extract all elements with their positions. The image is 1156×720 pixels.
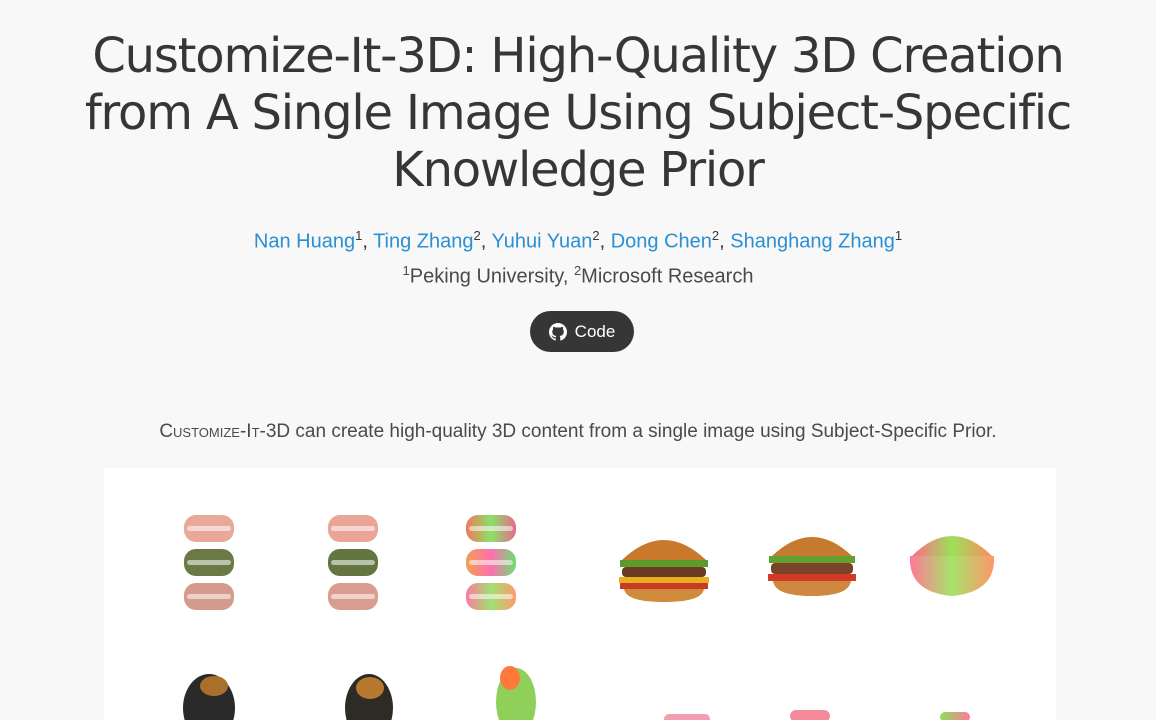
code-button[interactable]: Code [530, 311, 634, 352]
burger-reference-image [768, 537, 856, 596]
affiliation-microsoft: Microsoft Research [581, 265, 754, 288]
penguin-3d-result [496, 666, 536, 720]
method-name: Customize-It-3D [159, 421, 291, 442]
macaron-input-image [184, 515, 234, 610]
title-line-2: from A Single Image Using Subject-Specif… [84, 85, 1072, 141]
results-gallery [104, 468, 1056, 720]
burger-input-image [619, 540, 709, 602]
partial-object-image [790, 710, 830, 720]
author-affiliation-marker: 2 [711, 228, 720, 243]
author-link-shanghang-zhang[interactable]: Shanghang Zhang [730, 231, 895, 253]
macaron-reference-image [328, 515, 378, 610]
author-affiliation-marker: 2 [473, 228, 481, 243]
author-affiliation-marker: 1 [355, 228, 363, 243]
code-button-label: Code [574, 321, 616, 341]
tagline-text: can create high-quality 3D content from … [295, 421, 997, 442]
author-list: Nan Huang1, Ting Zhang2, Yuhui Yuan2, Do… [253, 228, 903, 253]
github-icon [548, 322, 567, 341]
penguin-input-image [183, 674, 235, 720]
author-link-dong-chen[interactable]: Dong Chen [611, 231, 712, 253]
affiliation-list: 1Peking University, 2Microsoft Research [402, 263, 754, 288]
macaron-3d-result [466, 515, 516, 610]
title-line-3: Knowledge Prior [392, 142, 765, 198]
burger-3d-result [909, 536, 995, 596]
affiliation-peking: Peking University [409, 265, 563, 288]
author-link-nan-huang[interactable]: Nan Huang [254, 231, 355, 253]
penguin-reference-image [345, 674, 393, 720]
author-affiliation-marker: 2 [592, 228, 600, 243]
author-link-yuhui-yuan[interactable]: Yuhui Yuan [492, 231, 593, 253]
partial-object-image [664, 714, 710, 720]
paper-title: Customize-It-3D: High-Quality 3D Creatio… [40, 28, 1116, 199]
partial-object-image [940, 712, 970, 720]
tagline: Customize-It-3D can create high-quality … [0, 421, 1156, 443]
title-line-1: Customize-It-3D: High-Quality 3D Creatio… [92, 28, 1065, 84]
author-affiliation-marker: 1 [894, 228, 903, 243]
author-link-ting-zhang[interactable]: Ting Zhang [373, 231, 473, 253]
affiliation-number: 1 [402, 263, 410, 278]
